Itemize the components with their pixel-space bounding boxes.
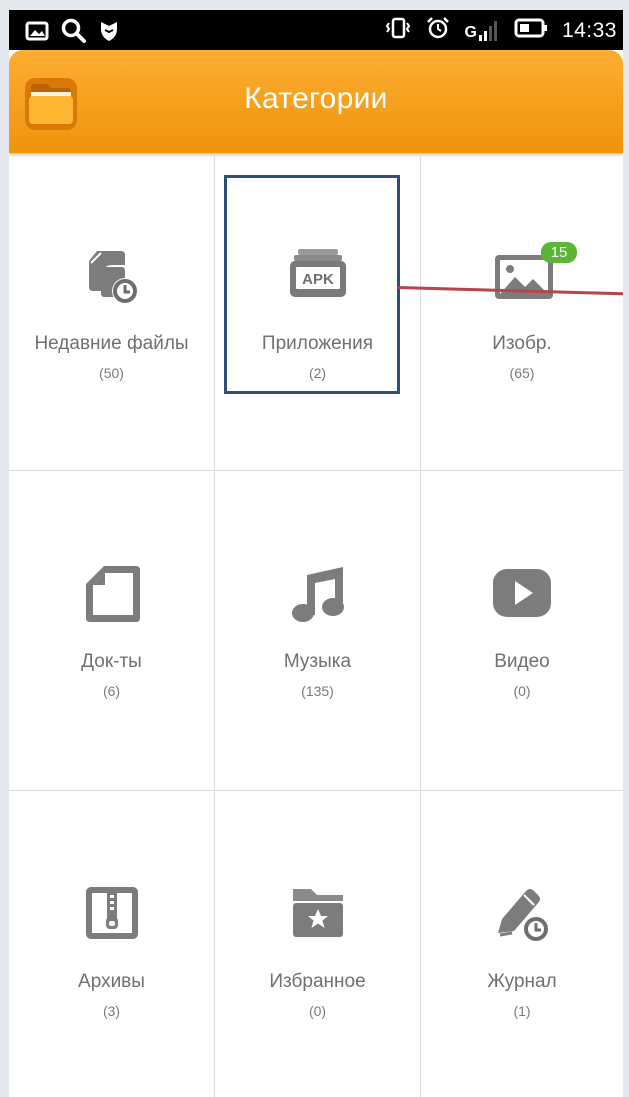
archive-icon <box>9 883 214 949</box>
search-icon <box>61 18 87 49</box>
category-music[interactable]: Музыка (135) <box>215 471 420 790</box>
category-images[interactable]: Изобр. (65) <box>421 153 623 470</box>
category-count: (0) <box>308 1003 327 1019</box>
document-icon <box>9 563 214 629</box>
category-recent-files[interactable]: Недавние файлы (50) <box>9 153 214 470</box>
category-label: Изобр. <box>492 333 552 354</box>
network-type-label: G <box>464 23 477 41</box>
category-label: Архивы <box>78 971 145 992</box>
app-bar: Категории <box>9 50 623 153</box>
battery-icon <box>514 17 548 44</box>
category-archives[interactable]: Архивы (3) <box>9 791 214 1097</box>
gallery-icon <box>25 20 49 47</box>
category-label: Избранное <box>269 971 366 992</box>
page-title: Категории <box>244 82 388 115</box>
category-history[interactable]: Журнал (1) <box>421 791 623 1097</box>
category-label: Недавние файлы <box>34 333 189 354</box>
image-icon <box>421 245 623 311</box>
recent-files-icon <box>9 245 214 311</box>
music-icon <box>215 563 420 629</box>
signal-edge-icon: G <box>464 20 499 42</box>
new-images-badge: 15 <box>541 242 577 263</box>
category-label: Журнал <box>487 971 557 992</box>
shield-icon <box>99 19 119 48</box>
category-count: (65) <box>509 365 535 381</box>
alarm-icon <box>426 16 450 45</box>
category-count: (6) <box>102 683 121 699</box>
status-bar: G 14:33 <box>9 10 623 50</box>
category-label: Док-ты <box>81 651 142 672</box>
category-video[interactable]: Видео (0) <box>421 471 623 790</box>
status-time: 14:33 <box>561 18 617 42</box>
favorites-folder-icon <box>215 883 420 949</box>
category-label: Музыка <box>283 651 352 672</box>
screen: G 14:33 Категории Недавние файлы (50) AP… <box>9 10 623 1097</box>
category-documents[interactable]: Док-ты (6) <box>9 471 214 790</box>
category-label: Видео <box>494 651 550 672</box>
category-count: (1) <box>513 1003 531 1019</box>
category-favorites[interactable]: Избранное (0) <box>215 791 420 1097</box>
vibrate-icon <box>384 16 412 45</box>
history-log-icon <box>421 883 623 949</box>
category-count: (135) <box>301 683 334 699</box>
category-count: (0) <box>513 683 531 699</box>
video-icon <box>421 563 623 629</box>
highlight-box <box>224 175 400 394</box>
category-count: (50) <box>99 365 124 381</box>
category-count: (3) <box>102 1003 121 1019</box>
